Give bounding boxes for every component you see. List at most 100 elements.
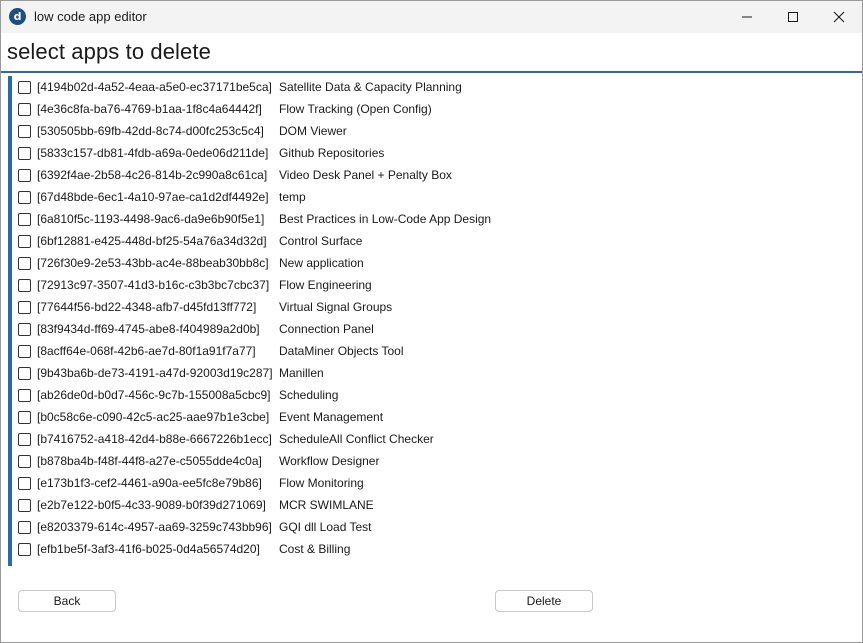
close-icon (833, 11, 845, 23)
close-button[interactable] (816, 1, 862, 33)
minimize-icon (742, 16, 752, 18)
app-row[interactable]: [6bf12881-e425-448d-bf25-54a76a34d32d] Co… (18, 230, 818, 252)
app-checkbox[interactable] (18, 234, 31, 248)
app-checkbox[interactable] (18, 542, 31, 556)
app-row[interactable]: [efb1be5f-3af3-41f6-b025-0d4a56574d20] Co… (18, 538, 818, 560)
app-row[interactable]: [b0c58c6e-c090-42c5-ac25-aae97b1e3cbe] Ev… (18, 406, 818, 428)
app-name: DOM Viewer (279, 124, 347, 138)
app-id: [72913c97-3507-41d3-b16c-c3b3bc7cbc37] (37, 278, 270, 292)
app-row[interactable]: [4e36c8fa-ba76-4769-b1aa-1f8c4a64442f] Fl… (18, 98, 818, 120)
app-name: GQI dll Load Test (279, 520, 372, 534)
maximize-button[interactable] (770, 1, 816, 33)
list-accent-bar (8, 76, 12, 566)
window-title: low code app editor (34, 9, 147, 24)
app-name: Flow Monitoring (279, 476, 364, 490)
app-name: ScheduleAll Conflict Checker (279, 432, 434, 446)
app-checkbox[interactable] (18, 146, 31, 160)
app-row[interactable]: [ab26de0d-b0d7-456c-9c7b-155008a5cbc9] Sc… (18, 384, 818, 406)
app-row[interactable]: [530505bb-69fb-42dd-8c74-d00fc253c5c4] DO… (18, 120, 818, 142)
app-window: d low code app editor select apps to del… (0, 0, 863, 643)
app-row[interactable]: [9b43ba6b-de73-4191-a47d-92003d19c287] Ma… (18, 362, 818, 384)
app-id: [5833c157-db81-4fdb-a69a-0ede06d211de] (37, 146, 269, 160)
app-checkbox-list: [4194b02d-4a52-4eaa-a5e0-ec37171be5ca] Sa… (18, 76, 818, 560)
app-name: Video Desk Panel + Penalty Box (279, 168, 452, 182)
app-checkbox[interactable] (18, 476, 31, 490)
app-checkbox[interactable] (18, 432, 31, 446)
app-id: [efb1be5f-3af3-41f6-b025-0d4a56574d20] (37, 542, 260, 556)
app-name: Virtual Signal Groups (279, 300, 393, 314)
app-name: Github Repositories (279, 146, 385, 160)
app-row[interactable]: [e8203379-614c-4957-aa69-3259c743bb96] GQ… (18, 516, 818, 538)
app-checkbox[interactable] (18, 102, 31, 116)
app-id: [9b43ba6b-de73-4191-a47d-92003d19c287] (37, 366, 273, 380)
delete-button[interactable]: Delete (495, 590, 593, 612)
app-checkbox[interactable] (18, 454, 31, 468)
app-checkbox[interactable] (18, 388, 31, 402)
app-row[interactable]: [67d48bde-6ec1-4a10-97ae-ca1d2df4492e] te… (18, 186, 818, 208)
page-title: select apps to delete (7, 39, 211, 64)
app-id: [e8203379-614c-4957-aa69-3259c743bb96] (37, 520, 272, 534)
app-id: [6a810f5c-1193-4498-9ac6-da9e6b90f5e1] (37, 212, 265, 226)
app-checkbox[interactable] (18, 366, 31, 380)
app-name: Workflow Designer (279, 454, 380, 468)
app-checkbox[interactable] (18, 520, 31, 534)
app-checkbox[interactable] (18, 278, 31, 292)
app-id: [e173b1f3-cef2-4461-a90a-ee5fc8e79b86] (37, 476, 262, 490)
app-id: [b0c58c6e-c090-42c5-ac25-aae97b1e3cbe] (37, 410, 270, 424)
app-row[interactable]: [e2b7e122-b0f5-4c33-9089-b0f39d271069] MC… (18, 494, 818, 516)
app-row[interactable]: [b7416752-a418-42d4-b88e-6667226b1ecc] Sc… (18, 428, 818, 450)
app-name: temp (279, 190, 306, 204)
minimize-button[interactable] (724, 1, 770, 33)
app-name: Cost & Billing (279, 542, 351, 556)
app-id: [726f30e9-2e53-43bb-ac4e-88beab30bb8c] (37, 256, 269, 270)
app-name: Manillen (279, 366, 324, 380)
app-checkbox[interactable] (18, 124, 31, 138)
maximize-icon (788, 12, 798, 22)
app-checkbox[interactable] (18, 410, 31, 424)
app-row[interactable]: [4194b02d-4a52-4eaa-a5e0-ec37171be5ca] Sa… (18, 76, 818, 98)
app-name: Scheduling (279, 388, 339, 402)
app-row[interactable]: [e173b1f3-cef2-4461-a90a-ee5fc8e79b86] Fl… (18, 472, 818, 494)
app-checkbox[interactable] (18, 300, 31, 314)
app-row[interactable]: [5833c157-db81-4fdb-a69a-0ede06d211de] Gi… (18, 142, 818, 164)
app-row[interactable]: [77644f56-bd22-4348-afb7-d45fd13ff772] Vi… (18, 296, 818, 318)
app-id: [b878ba4b-f48f-44f8-a27e-c5055dde4c0a] (37, 454, 262, 468)
app-row[interactable]: [726f30e9-2e53-43bb-ac4e-88beab30bb8c] Ne… (18, 252, 818, 274)
app-row[interactable]: [6a810f5c-1193-4498-9ac6-da9e6b90f5e1] Be… (18, 208, 818, 230)
app-row[interactable]: [b878ba4b-f48f-44f8-a27e-c5055dde4c0a] Wo… (18, 450, 818, 472)
app-checkbox[interactable] (18, 344, 31, 358)
app-id: [b7416752-a418-42d4-b88e-6667226b1ecc] (37, 432, 272, 446)
app-id: [4e36c8fa-ba76-4769-b1aa-1f8c4a64442f] (37, 102, 262, 116)
app-name: Event Management (279, 410, 384, 424)
app-id: [77644f56-bd22-4348-afb7-d45fd13ff772] (37, 300, 257, 314)
app-id: [8acff64e-068f-42b6-ae7d-80f1a91f7a77] (37, 344, 256, 358)
app-row[interactable]: [72913c97-3507-41d3-b16c-c3b3bc7cbc37] Fl… (18, 274, 818, 296)
app-row[interactable]: [83f9434d-ff69-4745-abe8-f404989a2d0b] Co… (18, 318, 818, 340)
app-id: [4194b02d-4a52-4eaa-a5e0-ec37171be5ca] (37, 80, 272, 94)
app-checkbox[interactable] (18, 256, 31, 270)
app-id: [e2b7e122-b0f5-4c33-9089-b0f39d271069] (37, 498, 266, 512)
app-id: [6bf12881-e425-448d-bf25-54a76a34d32d] (37, 234, 267, 248)
app-name: Best Practices in Low-Code App Design (279, 212, 492, 226)
app-name: DataMiner Objects Tool (279, 344, 404, 358)
app-id: [ab26de0d-b0d7-456c-9c7b-155008a5cbc9] (37, 388, 271, 402)
app-row[interactable]: [8acff64e-068f-42b6-ae7d-80f1a91f7a77] Da… (18, 340, 818, 362)
app-checkbox[interactable] (18, 498, 31, 512)
app-name: Connection Panel (279, 322, 374, 336)
app-checkbox[interactable] (18, 212, 31, 226)
app-checkbox[interactable] (18, 168, 31, 182)
heading-divider (1, 71, 862, 73)
app-name: Satellite Data & Capacity Planning (279, 80, 462, 94)
app-id: [6392f4ae-2b58-4c26-814b-2c990a8c61ca] (37, 168, 268, 182)
app-checkbox[interactable] (18, 190, 31, 204)
app-id: [530505bb-69fb-42dd-8c74-d00fc253c5c4] (37, 124, 264, 138)
app-checkbox[interactable] (18, 322, 31, 336)
title-bar: d low code app editor (1, 1, 862, 33)
back-button[interactable]: Back (18, 590, 116, 612)
app-row[interactable]: [6392f4ae-2b58-4c26-814b-2c990a8c61ca] Vi… (18, 164, 818, 186)
app-id: [67d48bde-6ec1-4a10-97ae-ca1d2df4492e] (37, 190, 269, 204)
app-name: MCR SWIMLANE (279, 498, 374, 512)
app-name: Control Surface (279, 234, 363, 248)
app-checkbox[interactable] (18, 80, 31, 94)
app-name: Flow Tracking (Open Config) (279, 102, 432, 116)
